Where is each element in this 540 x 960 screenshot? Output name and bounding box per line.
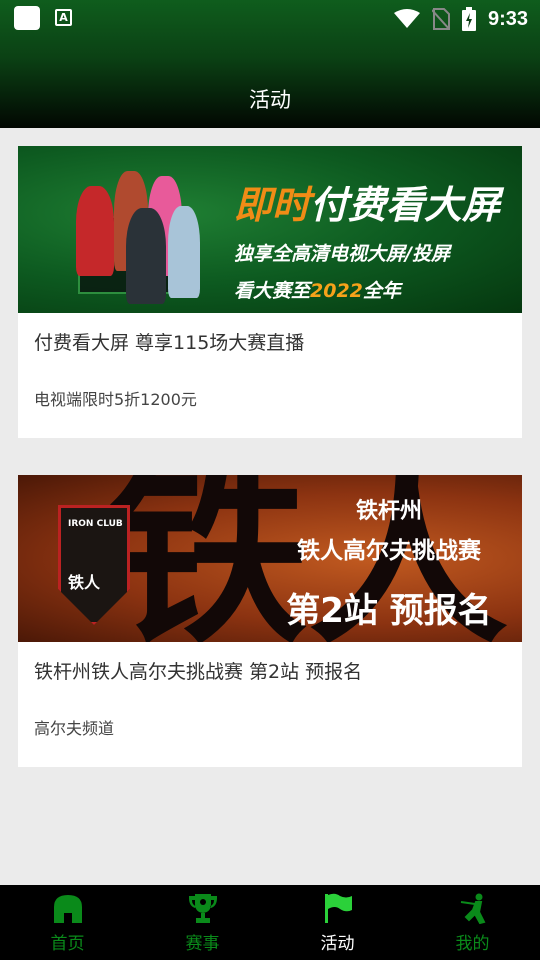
banner-line: 铁杆州 [355, 499, 422, 524]
status-bar: A 9:33 [0, 0, 540, 38]
golfer-figure [168, 206, 200, 298]
banner-headline-highlight: 即时 [234, 183, 311, 227]
activity-card[interactable]: 即时付费看大屏 独享全高清电视大屏/投屏 看大赛至2022全年 付费看大屏 尊享… [18, 146, 522, 438]
page-title: 活动 [249, 88, 291, 112]
tab-label: 赛事 [185, 934, 220, 954]
tab-mine[interactable]: 我的 [405, 885, 540, 960]
banner-year: 2022 [310, 280, 363, 302]
card-title: 付费看大屏 尊享115场大赛直播 [34, 332, 305, 354]
top-bar: A 9:33 活动 [0, 0, 540, 128]
home-icon [51, 891, 85, 925]
tab-label: 我的 [455, 934, 490, 954]
banner-line: 第2站 预报名 [286, 591, 492, 631]
bottom-tab-bar: 首页 赛事 活动 我的 [0, 885, 540, 960]
banner-line: 独享全高清电视大屏/投屏 [234, 243, 450, 265]
golfer-figure [76, 186, 114, 276]
app-notification-icon: A [55, 9, 72, 26]
banner-line: 铁人高尔夫挑战赛 [297, 538, 481, 564]
card-title: 铁杆州铁人高尔夫挑战赛 第2站 预报名 [34, 661, 363, 683]
golfer-figure [126, 208, 166, 304]
tab-label: 首页 [50, 934, 85, 954]
golfer-icon [456, 891, 490, 925]
banner-line: 全年 [362, 280, 401, 302]
wifi-icon [393, 9, 420, 28]
badge-text: IRON CLUB [68, 519, 123, 529]
card-subtitle: 电视端限时5折1200元 [34, 390, 197, 409]
notification-icon [14, 6, 40, 30]
banner-line: 看大赛至 [234, 280, 311, 302]
badge-text: 铁人 [68, 573, 101, 592]
flag-icon [321, 891, 355, 925]
no-sim-icon [431, 8, 450, 30]
activity-card[interactable]: 铁人 IRON CLUB 铁人 铁杆州 铁人高尔夫挑战赛 第2站 预报名 铁杆州… [18, 475, 522, 767]
activity-banner-image[interactable]: 即时付费看大屏 独享全高清电视大屏/投屏 看大赛至2022全年 [18, 146, 522, 313]
status-time: 9:33 [487, 7, 528, 30]
card-subtitle: 高尔夫频道 [34, 719, 115, 738]
tab-label: 活动 [320, 934, 355, 954]
banner-headline: 付费看大屏 [310, 183, 501, 227]
tab-home[interactable]: 首页 [0, 885, 135, 960]
trophy-icon [186, 891, 220, 925]
activity-banner-image[interactable]: 铁人 IRON CLUB 铁人 铁杆州 铁人高尔夫挑战赛 第2站 预报名 [18, 475, 522, 642]
battery-icon [461, 7, 476, 31]
tab-events[interactable]: 赛事 [135, 885, 270, 960]
tab-activities[interactable]: 活动 [270, 885, 405, 960]
